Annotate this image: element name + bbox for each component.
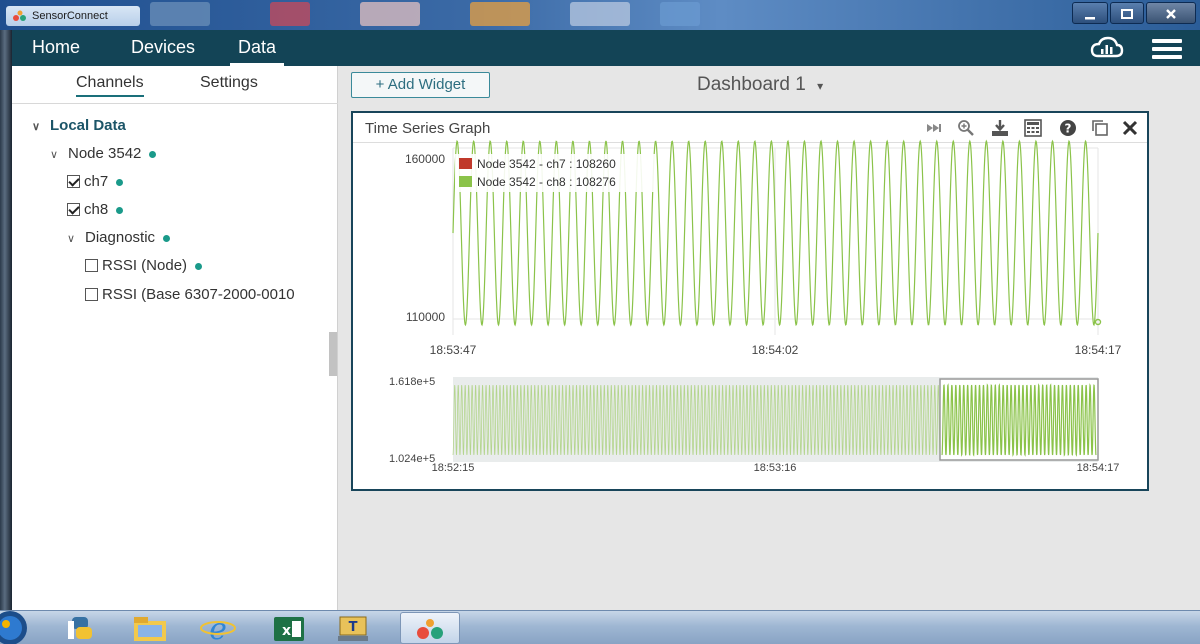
background-blur (360, 2, 420, 26)
chevron-down-icon[interactable]: ∨ (50, 144, 68, 166)
x-tick-label: 18:54:02 (752, 343, 799, 357)
svg-text:e: e (209, 613, 227, 643)
start-orb-icon[interactable] (0, 609, 32, 644)
x-tick-label: 18:53:47 (430, 343, 477, 357)
teraterm-icon[interactable]: T (336, 615, 370, 643)
sidebar-tabs: Channels Settings (12, 66, 338, 104)
background-blur (270, 2, 310, 26)
nav-data[interactable]: Data (230, 30, 285, 66)
close-icon[interactable] (1146, 2, 1196, 24)
tree-label: ch7 (84, 173, 109, 190)
background-blur (470, 2, 530, 26)
tree-channel-ch8[interactable]: ch8 (67, 199, 124, 221)
tree-rssi-node[interactable]: RSSI (Node) (85, 255, 203, 277)
tab-settings[interactable]: Settings (200, 74, 258, 92)
status-dot (116, 178, 124, 186)
sensorconnect-icon (417, 619, 443, 639)
taskbar: e x T (0, 610, 1200, 644)
hamburger-menu-icon[interactable] (1152, 38, 1182, 60)
checkbox[interactable] (67, 175, 80, 188)
dashboard-selector[interactable]: Dashboard 1 ▾ (697, 74, 823, 96)
desktop-edge (0, 30, 12, 610)
legend-label-ch7: Node 3542 - ch7 : 108260 (477, 157, 616, 171)
main-nav: Home Devices Data (12, 30, 1200, 66)
tree-diagnostic[interactable]: ∨ Diagnostic (67, 227, 171, 250)
legend-swatch-ch8 (459, 176, 472, 187)
caret-down-icon: ▾ (817, 79, 824, 93)
y-tick-label: 160000 (405, 152, 445, 166)
maximize-glyph (1121, 9, 1133, 19)
taskbar-sensorconnect[interactable] (400, 612, 460, 644)
sidebar: Channels Settings ∨ Local Data ∨ Node 3542… (12, 66, 338, 610)
excel-icon[interactable]: x (272, 615, 306, 643)
status-dot (163, 234, 171, 242)
checkbox[interactable] (67, 203, 80, 216)
background-blur (660, 2, 700, 26)
x-tick-label: 18:54:17 (1077, 462, 1120, 474)
app-logo-icon (13, 10, 26, 21)
y-tick-label: 1.618e+5 (389, 376, 435, 388)
y-tick-label: 1.024e+5 (389, 453, 435, 465)
tree-label: Diagnostic (85, 229, 156, 246)
internet-explorer-icon[interactable]: e (200, 613, 236, 643)
maximize-icon[interactable] (1110, 2, 1144, 24)
app-title: SensorConnect (32, 10, 108, 22)
time-series-widget: Time Series Graph ? 160000 110000 18:53:… (351, 111, 1149, 491)
scrollbar-thumb[interactable] (329, 332, 337, 376)
window-title-bar: SensorConnect (0, 0, 1200, 30)
checkbox[interactable] (85, 288, 98, 301)
dashboard-title: Dashboard 1 (697, 74, 806, 95)
tab-channels[interactable]: Channels (76, 74, 144, 97)
tree-label: Node 3542 (68, 145, 142, 162)
tree-label: ch8 (84, 201, 109, 218)
chart-area[interactable]: 160000 110000 18:53:47 18:54:02 18:54:17… (353, 113, 1147, 489)
svg-text:T: T (349, 620, 358, 635)
status-dot (116, 206, 124, 214)
add-widget-button[interactable]: + Add Widget (351, 72, 490, 98)
background-blur (570, 2, 630, 26)
close-glyph (1166, 9, 1176, 19)
x-tick-label: 18:52:15 (432, 462, 475, 474)
tree-label: RSSI (Base 6307-2000-0010 (102, 286, 295, 303)
checkbox[interactable] (85, 259, 98, 272)
y-tick-label: 110000 (406, 310, 445, 324)
tree-rssi-base[interactable]: RSSI (Base 6307-2000-0010 (85, 284, 295, 306)
x-tick-label: 18:53:16 (754, 462, 797, 474)
background-blur (150, 2, 210, 26)
nav-home[interactable]: Home (32, 30, 80, 66)
tree-label: Local Data (50, 117, 126, 134)
tree-node[interactable]: ∨ Node 3542 (50, 143, 157, 166)
python-icon[interactable] (64, 615, 98, 643)
tree-label: RSSI (Node) (102, 257, 188, 274)
chevron-down-icon[interactable]: ∨ (67, 228, 85, 250)
x-tick-label: 18:54:17 (1075, 343, 1122, 357)
cloud-icon[interactable] (1090, 35, 1124, 61)
status-dot (149, 150, 157, 158)
app-title-tab[interactable]: SensorConnect (6, 6, 140, 26)
file-explorer-icon[interactable] (132, 615, 168, 643)
status-dot (195, 262, 203, 270)
nav-devices[interactable]: Devices (131, 30, 195, 66)
minimize-icon[interactable] (1072, 2, 1108, 24)
chart-legend: Node 3542 - ch7 : 108260 Node 3542 - ch8… (455, 154, 655, 192)
tree-local-data[interactable]: ∨ Local Data (32, 115, 126, 137)
chevron-down-icon[interactable]: ∨ (32, 116, 50, 138)
minimize-glyph (1085, 17, 1095, 20)
legend-swatch-ch7 (459, 158, 472, 169)
legend-label-ch8: Node 3542 - ch8 : 108276 (477, 175, 616, 189)
svg-text:x: x (282, 623, 291, 639)
tree-channel-ch7[interactable]: ch7 (67, 171, 124, 193)
